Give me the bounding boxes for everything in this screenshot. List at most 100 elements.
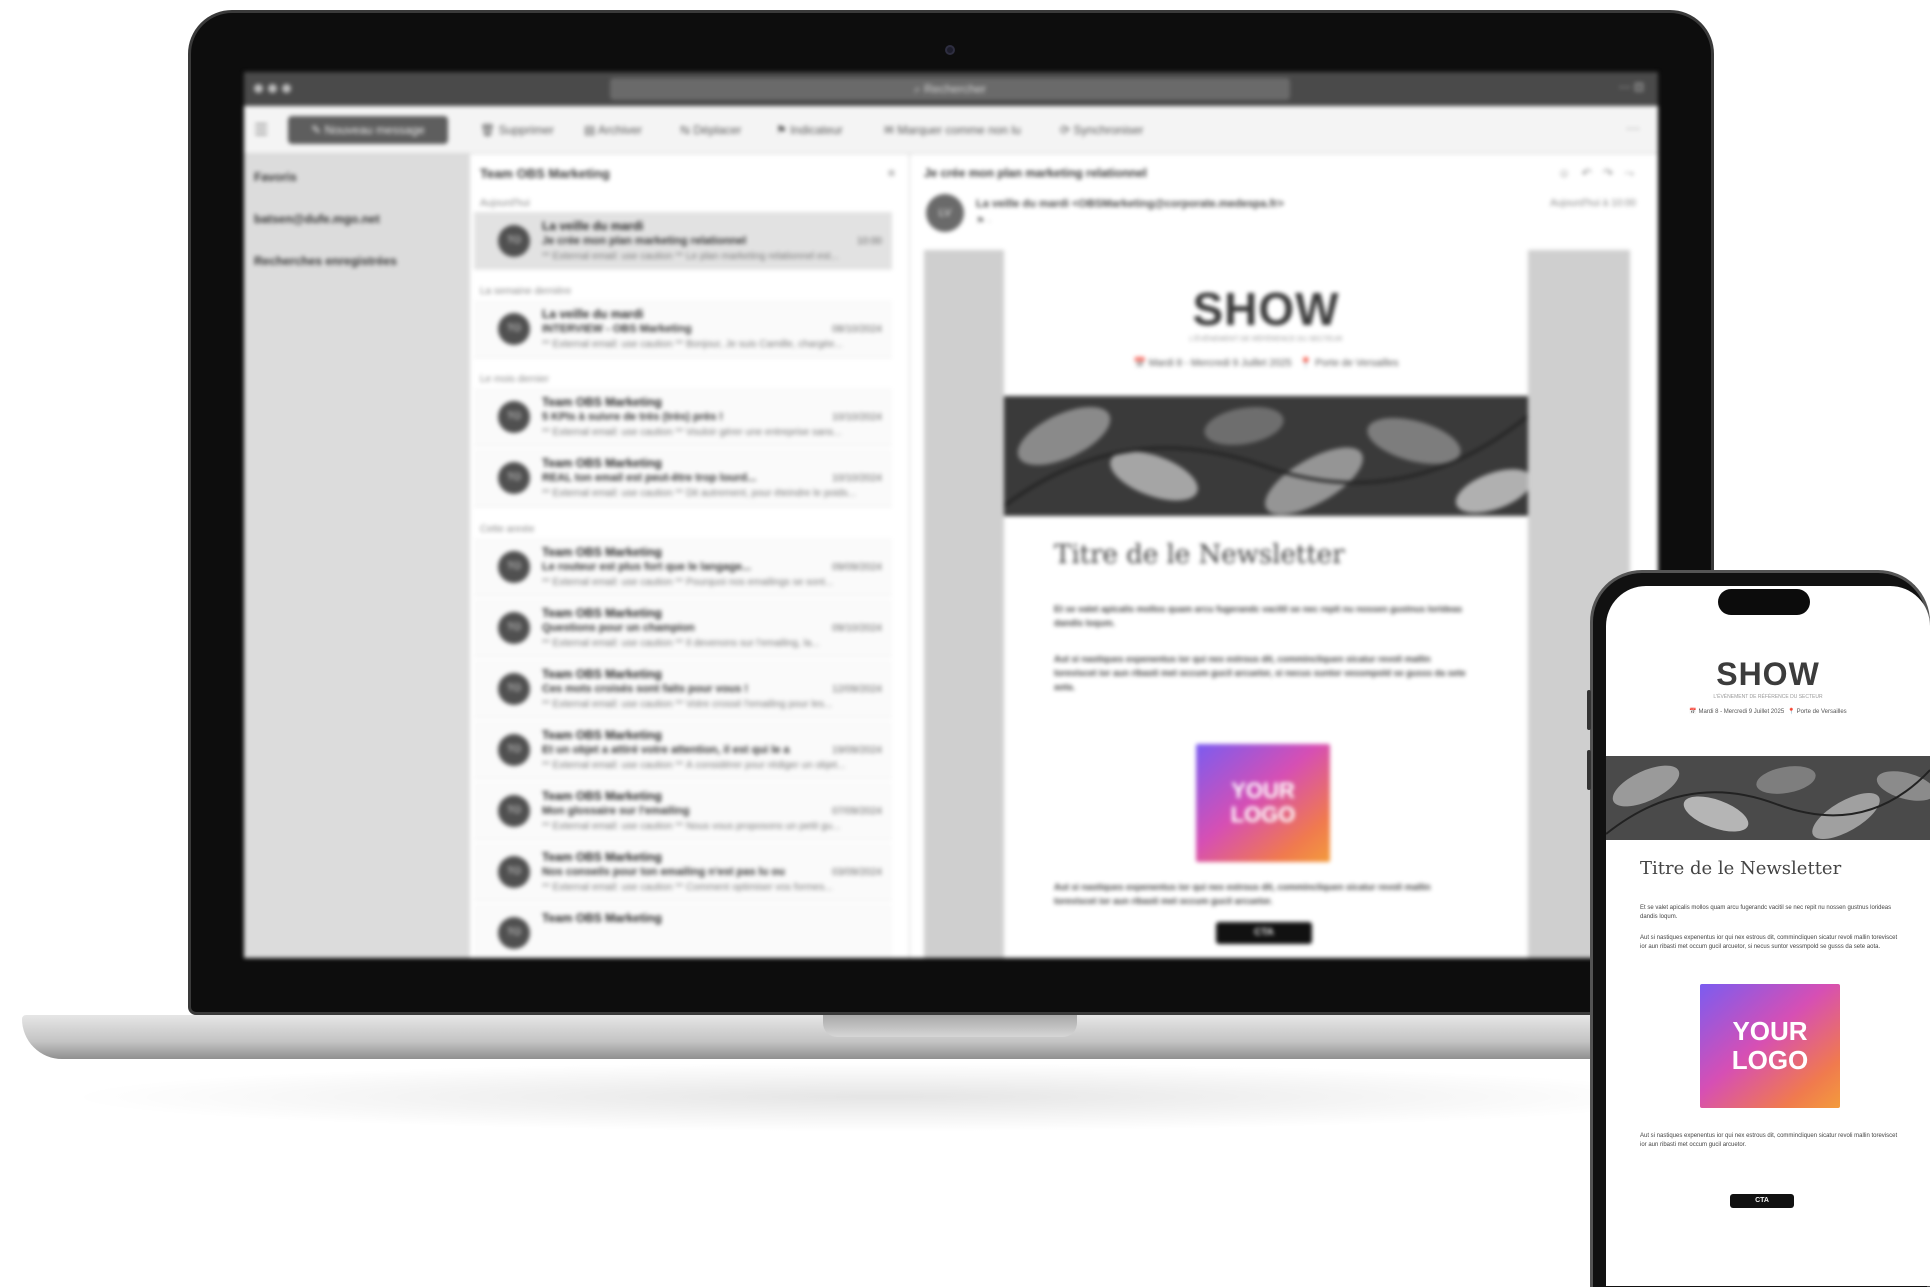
laptop-camera — [945, 45, 955, 55]
message-subject: Nos conseils pour ton emailing n'est pas… — [542, 866, 785, 878]
delete-label: Supprimer — [498, 123, 554, 137]
message-sender: Team OBS Marketing — [542, 545, 662, 559]
phone-volume-button — [1587, 690, 1591, 730]
new-message-button[interactable]: ✎ Nouveau message — [288, 116, 448, 144]
email-subject: Je crée mon plan marketing relationnel — [924, 166, 1147, 180]
avatar: TO — [498, 313, 530, 345]
window-maximize-button[interactable] — [282, 84, 291, 93]
message-date: 10/10/2024 — [831, 473, 882, 484]
event-location: Porte de Versailles — [1315, 358, 1399, 369]
folder-move-icon: ⇆ — [680, 123, 694, 137]
phone-volume-button — [1587, 750, 1591, 790]
message-row[interactable]: TO Team OBS Marketing Mon glossaire sur … — [474, 782, 892, 840]
message-sender: Team OBS Marketing — [542, 728, 662, 742]
cta-button[interactable]: CTA — [1730, 1194, 1794, 1208]
archive-button[interactable]: ▤ Archiver — [584, 123, 642, 137]
titlebar-icons[interactable]: ⋯ ⊡ — [1619, 80, 1644, 94]
hamburger-menu-icon[interactable]: ☰ — [254, 120, 268, 140]
logo-line-1: YOUR — [1732, 1016, 1808, 1047]
your-logo-image: YOUR LOGO — [1196, 744, 1330, 862]
message-row[interactable]: TO Team OBS Marketing Et un objet a atti… — [474, 721, 892, 779]
leaves-photo — [1004, 396, 1528, 516]
message-list: Team OBS Marketing ≡ Aujourd'hui TO La v… — [470, 154, 1125, 958]
sync-icon: ⟳ — [1060, 123, 1074, 137]
compose-icon: ✎ — [311, 123, 325, 137]
message-row[interactable]: TO Team OBS Marketing Questions pour un … — [474, 599, 892, 657]
search-label: Rechercher — [924, 82, 987, 96]
message-row[interactable]: TO Team OBS Marketing REAL ton email est… — [474, 449, 892, 507]
group-header-today: Aujourd'hui — [480, 198, 530, 209]
calendar-icon: 📅 — [1133, 358, 1146, 369]
mail-app-window: ⌕ Rechercher ⋯ ⊡ ☰ ✎ Nouveau message 🗑 S… — [244, 72, 1658, 958]
new-message-label: Nouveau message — [324, 123, 425, 137]
filter-icon[interactable]: ≡ — [888, 166, 895, 180]
device-mockup-scene: ⌕ Rechercher ⋯ ⊡ ☰ ✎ Nouveau message 🗑 S… — [0, 0, 1930, 1287]
message-sender: Team OBS Marketing — [542, 789, 662, 803]
phone-dynamic-island — [1718, 589, 1810, 615]
message-preview: ** External email: use caution ** Il dev… — [542, 638, 820, 649]
avatar: TO — [498, 795, 530, 827]
event-dates: Mardi 8 - Mercredi 9 Juillet 2025 — [1148, 358, 1292, 369]
archive-icon: ▤ — [584, 123, 599, 137]
more-options-icon[interactable]: ⋯ — [1626, 120, 1640, 137]
message-preview: ** External email: use caution ** Nous v… — [542, 821, 841, 832]
newsletter-paragraph: Et se valet apicalis mollos quam arcu fu… — [1640, 905, 1892, 920]
avatar: TO — [498, 225, 530, 257]
event-dates: Mardi 8 - Mercredi 9 Juillet 2025 — [1698, 709, 1785, 715]
message-row[interactable]: TO Team OBS Marketing — [474, 904, 892, 958]
email-date: Aujourd'hui à 10:00 — [1550, 198, 1636, 209]
group-header-last-month: Le mois dernier — [480, 374, 549, 385]
message-subject: REAL ton email est peut-être trop lourd.… — [542, 472, 757, 484]
cta-button[interactable]: CTA — [1216, 922, 1312, 944]
move-label: Déplacer — [693, 123, 742, 137]
flag-label: Indicateur — [790, 123, 843, 137]
folder-favorites[interactable]: Favoris — [254, 170, 297, 184]
leaves-photo — [1606, 756, 1930, 840]
message-row[interactable]: TO Team OBS Marketing 5 KPIs à suivre de… — [474, 388, 892, 446]
message-date: 10:00 — [856, 236, 882, 247]
window-minimize-button[interactable] — [268, 84, 277, 93]
message-preview: ** External email: use caution ** Commen… — [542, 882, 833, 893]
message-row[interactable]: TO Team OBS Marketing Nos conseils pour … — [474, 843, 892, 901]
move-button[interactable]: ⇆ Déplacer — [680, 123, 741, 137]
search-bar[interactable]: ⌕ Rechercher — [610, 78, 1290, 100]
mail-toolbar: ☰ ✎ Nouveau message 🗑 Supprimer ▤ Archiv… — [244, 106, 1658, 154]
window-close-button[interactable] — [254, 84, 263, 93]
event-location: Porte de Versailles — [1796, 709, 1847, 715]
newsletter-tagline: L'ÉVÉNEMENT DE RÉFÉRENCE DU SECTEUR — [1189, 336, 1343, 343]
newsletter-event-info: 📅 Mardi 8 - Mercredi 9 Juillet 2025 📍 Po… — [1004, 358, 1528, 369]
message-row[interactable]: TO La veille du mardi Je crée mon plan m… — [474, 212, 892, 270]
avatar: TO — [498, 856, 530, 888]
sync-button[interactable]: ⟳ Synchroniser — [1060, 123, 1143, 137]
group-header-this-year: Cette année — [480, 524, 535, 535]
folder-account[interactable]: batsen@dufe.mgo.net — [254, 212, 380, 226]
message-sender: Team OBS Marketing — [542, 911, 662, 925]
flag-icon: ⚑ — [776, 123, 791, 137]
message-preview: ** External email: use caution ** Votre … — [542, 699, 833, 710]
avatar: LV — [926, 194, 964, 232]
message-date: 09/09/2024 — [831, 562, 882, 573]
message-row[interactable]: TO La veille du mardi INTERVIEW - OBS Ma… — [474, 300, 892, 358]
message-row[interactable]: TO Team OBS Marketing Le routeur est plu… — [474, 538, 892, 596]
reply-actions[interactable]: ☺ ↶ ↷ ⤳ — [1558, 166, 1638, 181]
message-sender: Team OBS Marketing — [542, 667, 662, 681]
flag-button[interactable]: ⚑ Indicateur — [776, 123, 843, 137]
delete-button[interactable]: 🗑 Supprimer — [480, 123, 554, 137]
message-date: 09/10/2024 — [831, 623, 882, 634]
message-preview: ** External email: use caution ** Pourqu… — [542, 577, 834, 588]
trash-icon: 🗑 — [480, 123, 499, 137]
message-subject: Je crée mon plan marketing relationnel — [542, 235, 747, 247]
folder-saved-searches[interactable]: Recherches enregistrées — [254, 254, 397, 268]
message-row[interactable]: TO Team OBS Marketing Ces mots croisés s… — [474, 660, 892, 718]
logo-line-1: YOUR — [1231, 777, 1295, 803]
mark-unread-button[interactable]: ✉ Marquer comme non lu — [884, 123, 1021, 137]
message-date: 08/10/2024 — [831, 324, 882, 335]
message-preview: ** External email: use caution ** Vouloi… — [542, 427, 842, 438]
location-pin-icon: 📍 — [1299, 358, 1313, 369]
message-preview: ** External email: use caution ** À cons… — [542, 760, 846, 771]
message-date: 07/09/2024 — [831, 806, 882, 817]
logo-line-2: LOGO — [1230, 802, 1296, 827]
newsletter-title: Titre de le Newsletter — [1640, 858, 1842, 879]
newsletter-event-info: 📅 Mardi 8 - Mercredi 9 Juillet 2025 📍 Po… — [1606, 708, 1930, 715]
sync-label: Synchroniser — [1073, 123, 1144, 137]
